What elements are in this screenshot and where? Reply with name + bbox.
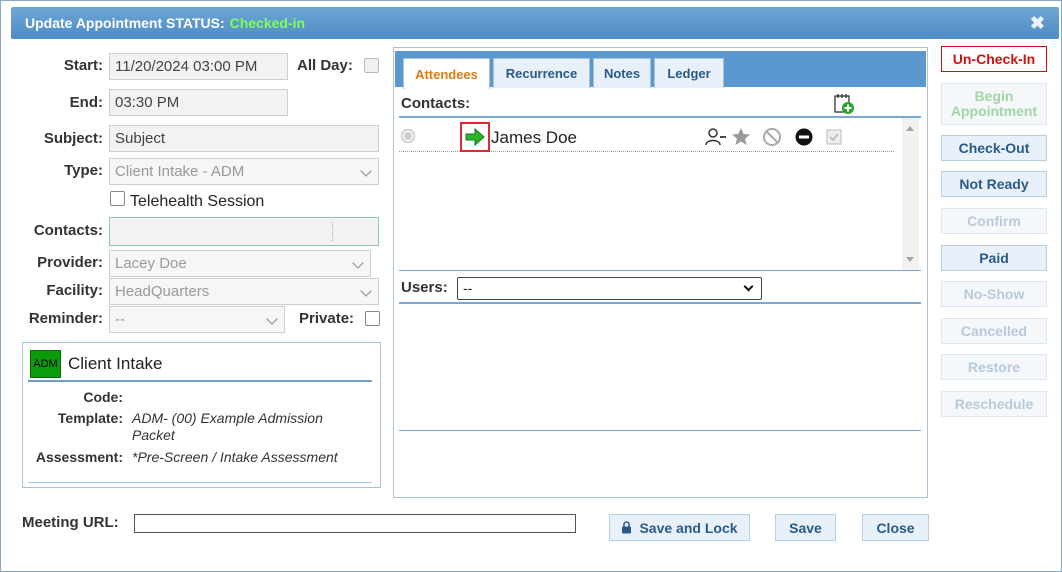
users-select[interactable]: -- bbox=[457, 277, 762, 300]
reminder-label: Reminder: bbox=[28, 310, 103, 327]
start-datetime-field[interactable]: 11/20/2024 03:00 PM bbox=[109, 53, 288, 80]
cancel-icon[interactable] bbox=[761, 126, 783, 148]
start-label: Start: bbox=[63, 57, 103, 74]
subject-label: Subject: bbox=[43, 130, 103, 147]
end-label: End: bbox=[69, 94, 103, 111]
template-label: Template: bbox=[57, 410, 123, 426]
list-bottom-line bbox=[399, 270, 921, 271]
un-check-in-button[interactable]: Un-Check-In bbox=[941, 46, 1047, 72]
contact-radio[interactable] bbox=[401, 129, 415, 143]
not-ready-button[interactable]: Not Ready bbox=[941, 171, 1047, 197]
chevron-down-icon bbox=[266, 313, 278, 325]
confirm-button[interactable]: Confirm bbox=[941, 208, 1047, 234]
dialog-title: Update Appointment STATUS: bbox=[25, 15, 225, 31]
private-label: Private: bbox=[299, 310, 355, 327]
provider-select[interactable]: Lacey Doe bbox=[109, 250, 371, 277]
contacts-field[interactable] bbox=[109, 217, 379, 246]
tab-recurrence[interactable]: Recurrence bbox=[493, 58, 590, 88]
provider-select-value: Lacey Doe bbox=[115, 255, 187, 272]
scroll-down-icon[interactable] bbox=[906, 257, 914, 262]
reschedule-button[interactable]: Reschedule bbox=[941, 391, 1047, 417]
appointment-status: Checked-in bbox=[229, 15, 306, 31]
block-icon[interactable] bbox=[793, 126, 815, 148]
contacts-list: James Doe bbox=[399, 118, 919, 270]
all-day-label: All Day: bbox=[297, 57, 353, 74]
service-title: Client Intake bbox=[68, 354, 163, 373]
tab-notes[interactable]: Notes bbox=[593, 58, 651, 88]
service-bottom-line bbox=[28, 482, 372, 483]
facility-select[interactable]: HeadQuarters bbox=[109, 278, 379, 305]
provider-label: Provider: bbox=[37, 254, 103, 271]
type-select-value: Client Intake - ADM bbox=[115, 163, 245, 180]
tab-ledger[interactable]: Ledger bbox=[654, 58, 724, 88]
dialog-title-bar[interactable]: Update Appointment STATUS: Checked-in ✖ bbox=[11, 7, 1059, 39]
chevron-down-icon bbox=[360, 165, 372, 177]
service-divider bbox=[28, 380, 372, 382]
update-appointment-dialog: Update Appointment STATUS: Checked-in ✖ … bbox=[0, 0, 1062, 572]
type-select[interactable]: Client Intake - ADM bbox=[109, 158, 379, 185]
paid-button[interactable]: Paid bbox=[941, 245, 1047, 271]
attendee-contacts-label: Contacts: bbox=[401, 95, 471, 112]
template-value-line2: Packet bbox=[132, 427, 175, 443]
scroll-up-icon[interactable] bbox=[906, 126, 914, 131]
reminder-select[interactable]: -- bbox=[109, 306, 285, 333]
subject-field[interactable]: Subject bbox=[109, 125, 379, 152]
facility-label: Facility: bbox=[46, 282, 103, 299]
check-out-button[interactable]: Check-Out bbox=[941, 135, 1047, 161]
telehealth-label: Telehealth Session bbox=[130, 193, 265, 210]
users-bottom-line bbox=[399, 430, 921, 431]
save-and-lock-button[interactable]: Save and Lock bbox=[609, 514, 750, 541]
cancelled-button[interactable]: Cancelled bbox=[941, 318, 1047, 344]
add-contact-icon[interactable] bbox=[833, 93, 855, 115]
tab-attendees[interactable]: Attendees bbox=[403, 58, 490, 89]
save-and-lock-label: Save and Lock bbox=[639, 519, 738, 536]
close-icon[interactable]: ✖ bbox=[1030, 13, 1045, 34]
service-info-box: ADM Client Intake Code: Template: ADM- (… bbox=[22, 342, 381, 488]
restore-button[interactable]: Restore bbox=[941, 354, 1047, 380]
contact-row[interactable]: James Doe bbox=[399, 122, 894, 152]
chevron-down-icon bbox=[352, 257, 364, 269]
contacts-field-divider bbox=[332, 222, 333, 241]
assessment-label: Assessment: bbox=[35, 449, 123, 465]
chevron-down-icon bbox=[743, 281, 754, 292]
users-select-value: -- bbox=[463, 280, 473, 296]
private-checkbox[interactable] bbox=[365, 311, 380, 326]
lock-icon bbox=[622, 521, 632, 534]
users-divider bbox=[399, 302, 921, 304]
code-label: Code: bbox=[83, 389, 123, 405]
chevron-down-icon bbox=[360, 285, 372, 297]
reminder-select-value: -- bbox=[115, 311, 125, 328]
save-button[interactable]: Save bbox=[775, 514, 836, 541]
meeting-url-input[interactable] bbox=[134, 514, 576, 533]
remove-user-icon[interactable] bbox=[705, 126, 727, 148]
checked-in-arrow-icon[interactable] bbox=[460, 122, 490, 152]
confirmed-checkbox[interactable] bbox=[823, 126, 845, 148]
attendees-panel: Attendees Recurrence Notes Ledger Contac… bbox=[393, 47, 928, 498]
tab-bar: Attendees Recurrence Notes Ledger bbox=[395, 51, 926, 89]
no-show-button[interactable]: No-Show bbox=[941, 281, 1047, 307]
template-value-line1: ADM- (00) Example Admission bbox=[132, 410, 323, 426]
contact-name: James Doe bbox=[491, 128, 577, 147]
type-label: Type: bbox=[64, 162, 103, 179]
assessment-value: *Pre-Screen / Intake Assessment bbox=[132, 449, 338, 465]
all-day-checkbox[interactable] bbox=[364, 58, 379, 73]
begin-appointment-button[interactable]: Begin Appointment bbox=[941, 83, 1047, 125]
service-badge: ADM bbox=[30, 350, 61, 378]
contacts-label: Contacts: bbox=[33, 222, 103, 239]
star-icon[interactable] bbox=[730, 126, 752, 148]
close-button[interactable]: Close bbox=[862, 514, 929, 541]
users-label: Users: bbox=[401, 279, 448, 296]
meeting-url-label: Meeting URL: bbox=[22, 514, 119, 531]
facility-select-value: HeadQuarters bbox=[115, 283, 210, 300]
end-time-field[interactable]: 03:30 PM bbox=[109, 89, 288, 116]
telehealth-checkbox[interactable] bbox=[110, 191, 125, 206]
contacts-scrollbar[interactable] bbox=[902, 118, 919, 270]
